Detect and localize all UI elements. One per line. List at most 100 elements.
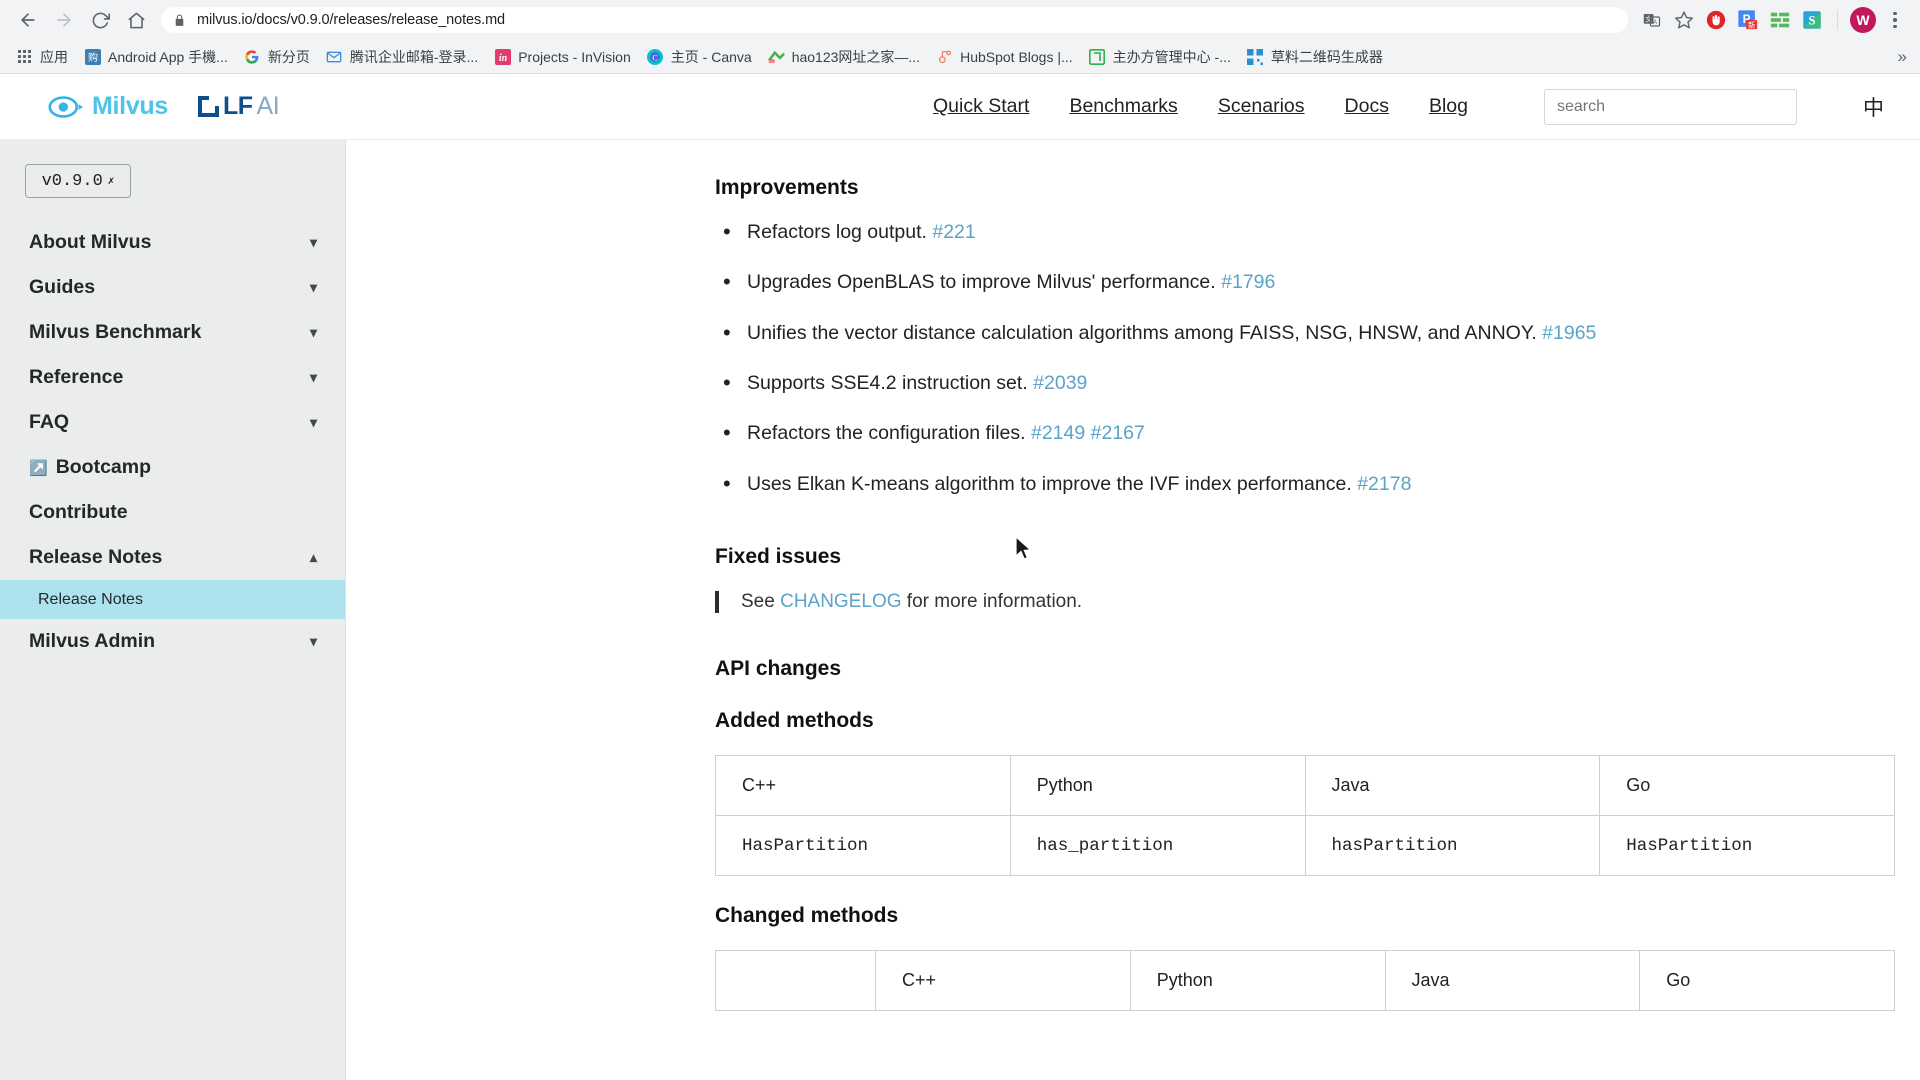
changelog-blockquote: See CHANGELOG for more information. [715, 591, 1895, 614]
bookmark-apps[interactable]: 应用 [8, 44, 76, 70]
blockquote-prefix: See [741, 591, 781, 613]
improvement-text: Supports SSE4.2 instruction set. [747, 372, 1034, 395]
bookmark-tencent-mail[interactable]: 腾讯企业邮箱-登录... [318, 44, 486, 70]
nav-blog[interactable]: Blog [1429, 95, 1468, 118]
svg-text:hao: hao [769, 59, 775, 63]
sidebar-item-label: Guides [29, 276, 96, 298]
sidebar-item-faq[interactable]: FAQ ▾ [0, 400, 345, 445]
bookmark-organizer-center[interactable]: 主办方管理中心 -... [1081, 44, 1239, 70]
url-text: milvus.io/docs/v0.9.0/releases/release_n… [197, 12, 506, 28]
external-link-icon: ↗️ [29, 459, 48, 477]
sidebar-item-label: Reference [29, 366, 124, 388]
sidebar-item-milvus-admin[interactable]: Milvus Admin ▾ [0, 619, 345, 664]
address-bar[interactable]: milvus.io/docs/v0.9.0/releases/release_n… [160, 6, 1629, 34]
issue-link[interactable]: #2039 [1033, 372, 1087, 394]
web-page: Milvus LF AI Quick Start Benchmarks Scen… [0, 74, 1920, 1080]
changelog-link[interactable]: CHANGELOG [780, 591, 901, 612]
home-icon[interactable] [118, 2, 154, 38]
nav-scenarios[interactable]: Scenarios [1218, 95, 1305, 118]
version-select[interactable]: v0.9.0 ✗ [25, 164, 131, 198]
browser-toolbar: milvus.io/docs/v0.9.0/releases/release_n… [0, 0, 1920, 40]
improvements-list: Refactors log output. #221 Upgrades Open… [715, 218, 1895, 499]
lfai-logo[interactable]: LF AI [198, 92, 280, 121]
bookmark-label: Projects - InVision [518, 48, 631, 65]
version-label: v0.9.0 [41, 171, 103, 191]
sidebar-item-label: About Milvus [29, 231, 152, 253]
invision-icon: in [494, 48, 511, 65]
svg-text:购: 购 [88, 51, 98, 64]
issue-link[interactable]: #221 [932, 221, 975, 243]
lock-icon [173, 14, 186, 27]
issue-link[interactable]: #2178 [1357, 473, 1411, 495]
sidebar-item-guides[interactable]: Guides ▾ [0, 265, 345, 310]
issue-link[interactable]: #2149 [1031, 422, 1085, 444]
green-doc-icon [1089, 48, 1106, 65]
list-item: Uses Elkan K-means algorithm to improve … [715, 470, 1895, 499]
nav-docs[interactable]: Docs [1345, 95, 1389, 118]
list-item: Supports SSE4.2 instruction set. #2039 [715, 369, 1895, 398]
hubspot-icon [936, 48, 953, 65]
tencent-mail-icon [326, 48, 343, 65]
evernote-clipper-extension-icon[interactable] [1765, 5, 1795, 35]
sidebar-item-bootcamp[interactable]: ↗️ Bootcamp [0, 445, 345, 490]
three-dot-menu-icon[interactable] [1880, 5, 1910, 35]
bookmark-label: 新分页 [267, 48, 310, 65]
bookmark-invision[interactable]: in Projects - InVision [486, 45, 639, 68]
nav-quick-start[interactable]: Quick Start [933, 95, 1029, 118]
back-arrow-icon[interactable] [10, 2, 46, 38]
issue-link[interactable]: #1796 [1221, 271, 1275, 293]
chevron-down-icon: ▾ [309, 234, 317, 250]
translate-icon[interactable]: 文A [1637, 5, 1667, 35]
toolbar-divider [1837, 10, 1838, 30]
improvement-text: Refactors log output. [747, 221, 933, 243]
bookmark-star-icon[interactable] [1669, 5, 1699, 35]
sidebar-item-reference[interactable]: Reference ▾ [0, 355, 345, 400]
release-notes-article: Improvements Refactors log output. #221 … [715, 176, 1895, 1012]
column-header: C++ [875, 950, 1131, 1012]
avatar[interactable]: W [1848, 5, 1878, 35]
bookmark-android-app[interactable]: 购 Android App 手機... [76, 44, 236, 70]
chevron-down-icon: ▾ [309, 633, 317, 649]
canva-icon: C [647, 48, 664, 65]
sidebar-item-label: FAQ [29, 411, 70, 433]
lfai-square-icon [198, 96, 219, 117]
issue-link[interactable]: #2167 [1091, 422, 1145, 444]
milvus-eye-icon [48, 95, 84, 118]
search-box[interactable] [1544, 88, 1797, 125]
adblock-extension-icon[interactable] [1701, 5, 1731, 35]
sidebar-item-contribute[interactable]: Contribute [0, 490, 345, 535]
sidebar-subitem-release-notes[interactable]: Release Notes [0, 580, 345, 619]
bookmark-new-tab[interactable]: 新分页 [236, 44, 318, 70]
sidebar-item-milvus-benchmark[interactable]: Milvus Benchmark ▾ [0, 310, 345, 355]
reload-icon[interactable] [82, 2, 118, 38]
google-icon [244, 48, 261, 65]
table-cell: has_partition [1009, 815, 1306, 877]
improvement-text: Uses Elkan K-means algorithm to improve … [747, 472, 1358, 495]
bookmark-hubspot[interactable]: HubSpot Blogs |... [928, 45, 1081, 68]
language-toggle[interactable]: 中 [1863, 92, 1884, 122]
issue-link[interactable]: #1965 [1542, 322, 1596, 344]
bookmark-hao123[interactable]: hao hao123网址之家—... [760, 44, 928, 70]
sogou-extension-icon[interactable]: S [1797, 5, 1827, 35]
pushbullet-extension-icon[interactable]: P新 [1733, 5, 1763, 35]
milvus-logo[interactable]: Milvus [48, 92, 168, 121]
bookmarks-overflow-icon[interactable]: » [1898, 47, 1908, 67]
improvement-text: Unifies the vector distance calculation … [747, 321, 1543, 344]
docs-sidebar: v0.9.0 ✗ About Milvus ▾ Guides ▾ Milvus … [0, 140, 346, 1080]
forward-arrow-icon[interactable] [46, 2, 82, 38]
sidebar-item-release-notes[interactable]: Release Notes ▴ [0, 535, 345, 580]
browser-window: milvus.io/docs/v0.9.0/releases/release_n… [0, 0, 1920, 1080]
column-header: Go [1639, 950, 1895, 1012]
sidebar-item-about-milvus[interactable]: About Milvus ▾ [0, 220, 345, 265]
table-cell: HasPartition [1599, 815, 1895, 877]
bookmark-canva[interactable]: C 主页 - Canva [639, 44, 760, 70]
column-header: Python [1129, 950, 1386, 1012]
logo-group: Milvus LF AI [48, 92, 280, 121]
nav-benchmarks[interactable]: Benchmarks [1069, 95, 1177, 118]
qrcode-icon [1247, 48, 1264, 65]
bookmark-qrcode-generator[interactable]: 草料二维码生成器 [1239, 44, 1391, 70]
search-input[interactable] [1557, 97, 1784, 116]
bookmark-label: 主办方管理中心 -... [1112, 48, 1231, 65]
sidebar-item-label: Milvus Admin [29, 630, 156, 652]
column-header: Python [1009, 755, 1306, 817]
